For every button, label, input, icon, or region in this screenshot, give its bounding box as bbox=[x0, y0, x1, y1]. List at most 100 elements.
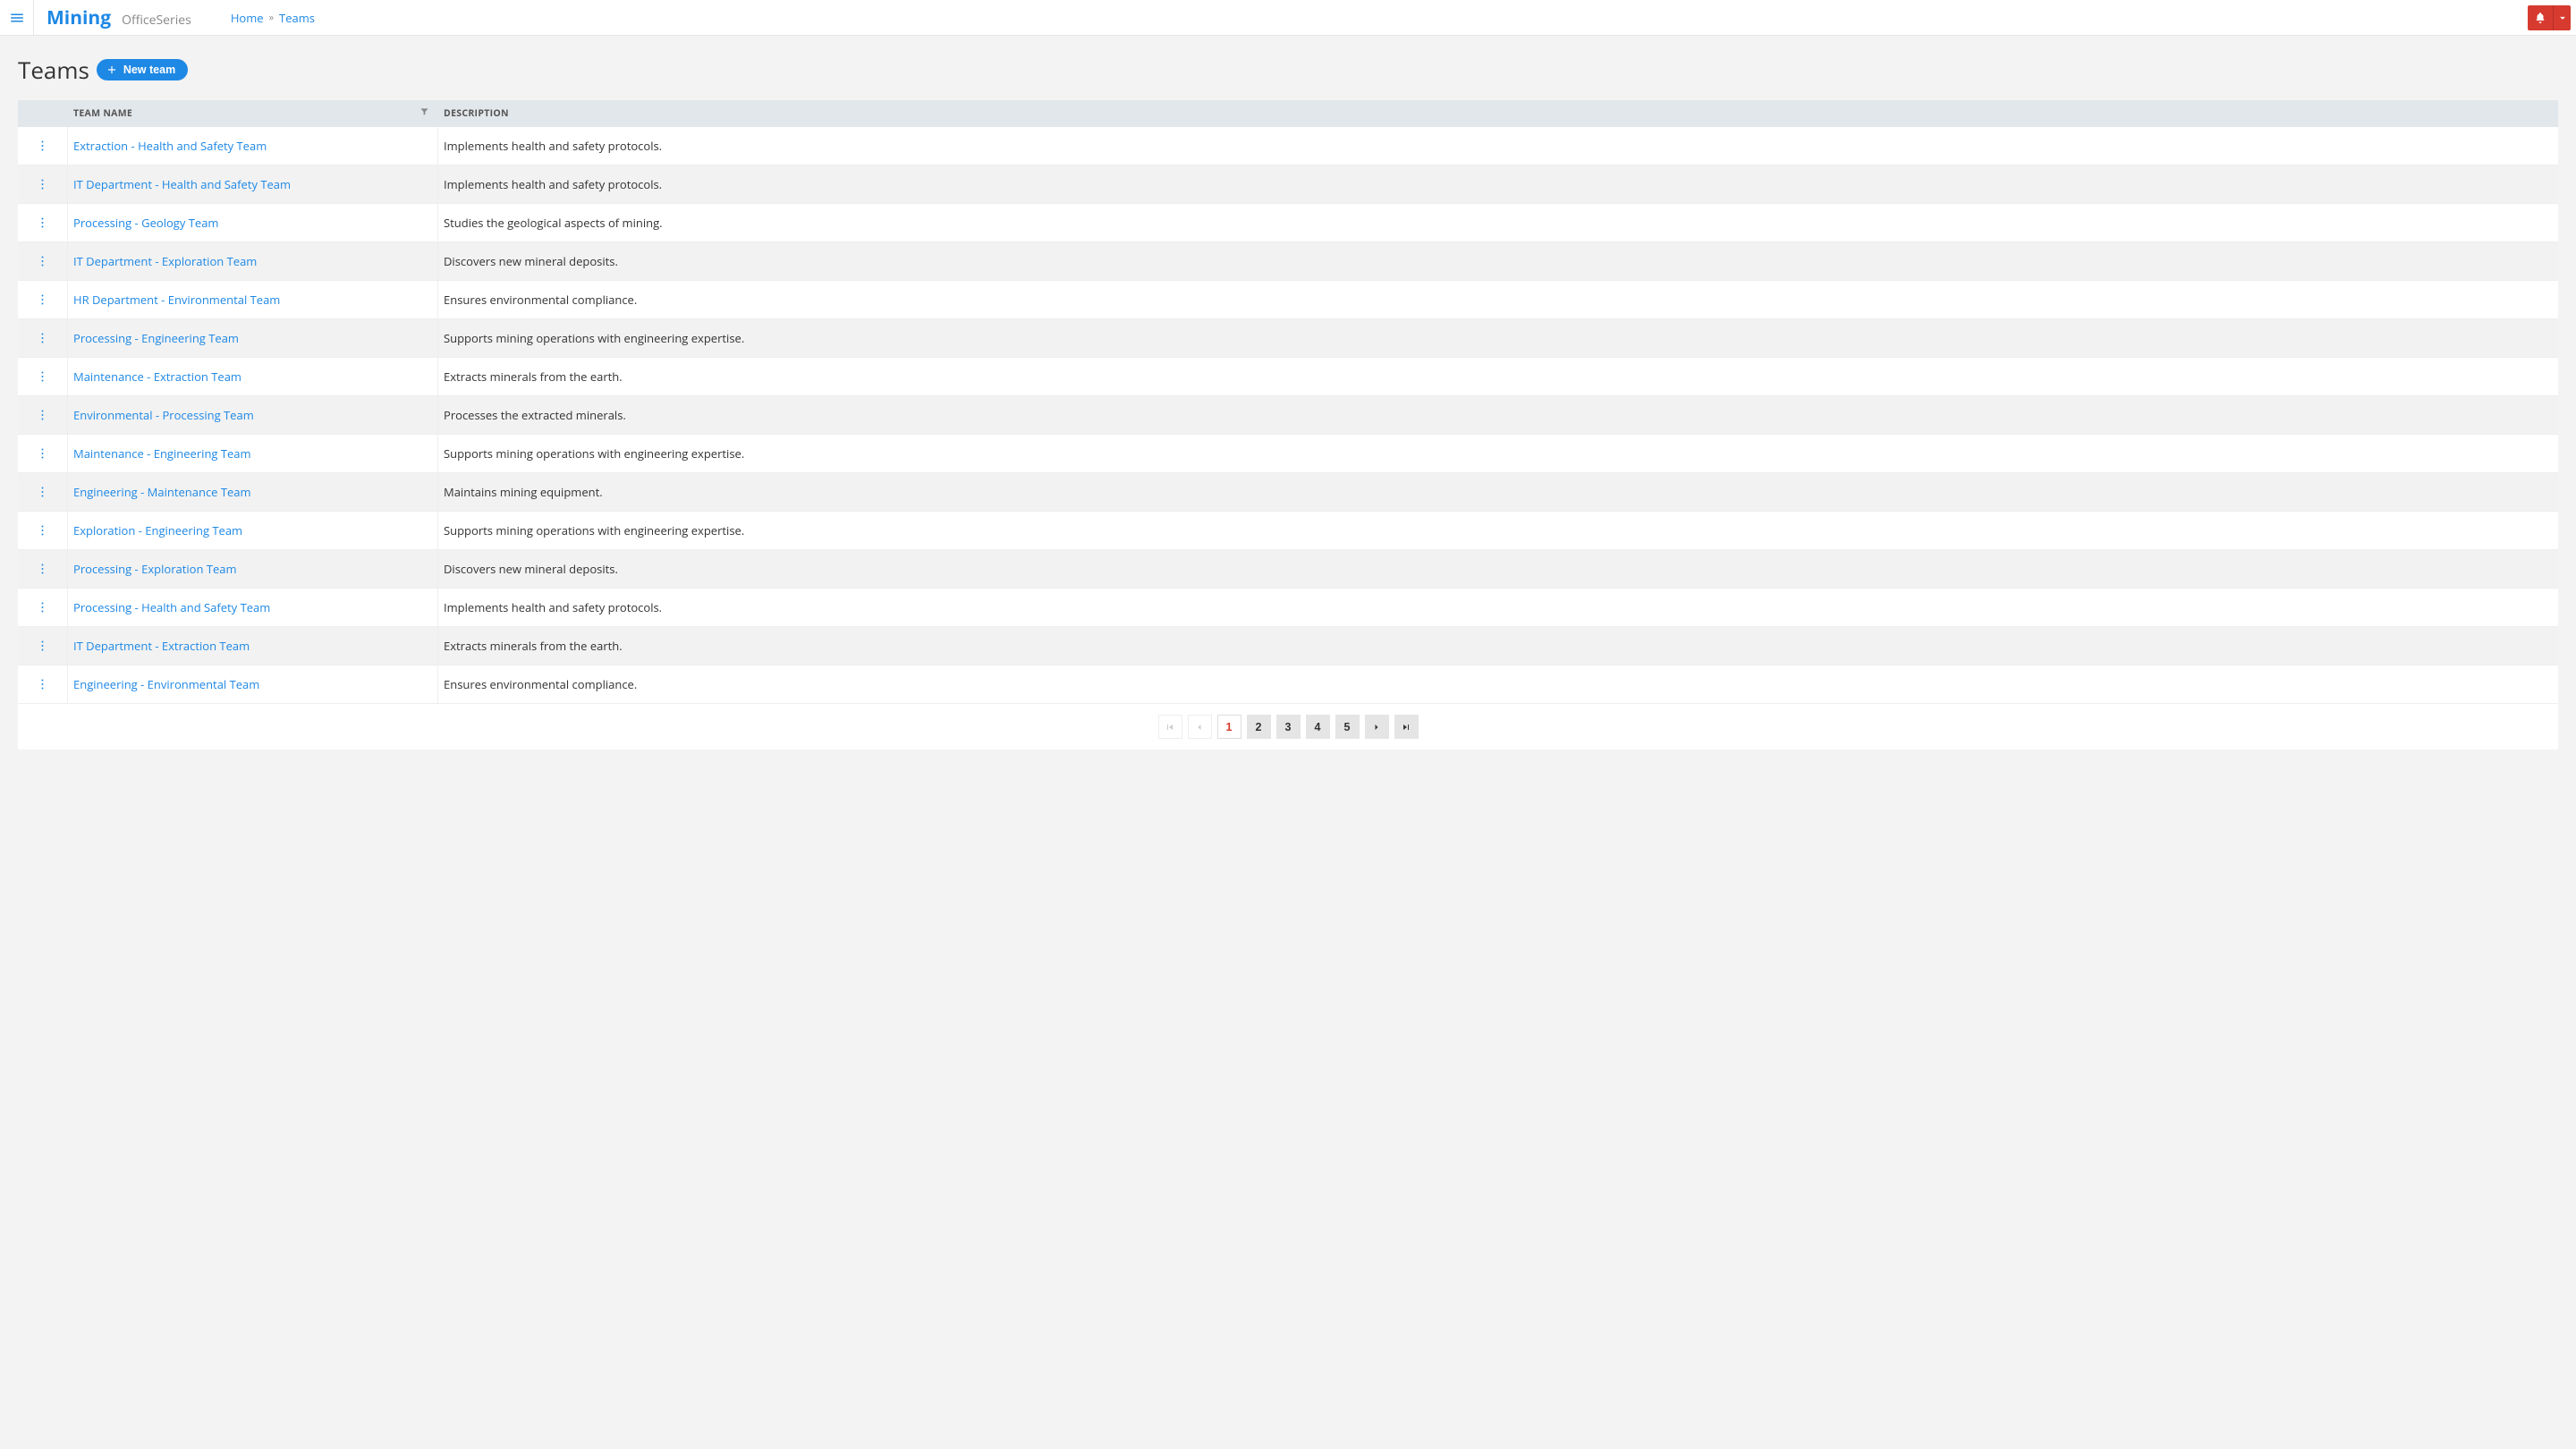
row-team-name: Processing - Geology Team bbox=[68, 204, 438, 242]
page-next-button[interactable] bbox=[1365, 715, 1389, 739]
caret-down-icon bbox=[2556, 12, 2569, 24]
team-link[interactable]: Maintenance - Extraction Team bbox=[73, 369, 242, 385]
row-actions-button[interactable] bbox=[18, 358, 68, 395]
page-last-button[interactable] bbox=[1394, 715, 1419, 739]
row-team-name: Maintenance - Engineering Team bbox=[68, 435, 438, 472]
team-link[interactable]: Processing - Engineering Team bbox=[73, 330, 239, 346]
table-row: IT Department - Health and Safety Team I… bbox=[18, 165, 2558, 204]
table-row: Engineering - Maintenance Team Maintains… bbox=[18, 473, 2558, 512]
table-row: Environmental - Processing Team Processe… bbox=[18, 396, 2558, 435]
table-row: IT Department - Exploration Team Discove… bbox=[18, 242, 2558, 281]
row-actions-button[interactable] bbox=[18, 473, 68, 511]
row-actions-button[interactable] bbox=[18, 204, 68, 242]
row-actions-button[interactable] bbox=[18, 512, 68, 549]
team-link[interactable]: HR Department - Environmental Team bbox=[73, 292, 280, 308]
column-actions-header bbox=[18, 100, 68, 127]
row-actions-button[interactable] bbox=[18, 319, 68, 357]
more-vert-icon bbox=[41, 640, 44, 652]
row-team-name: Processing - Engineering Team bbox=[68, 319, 438, 357]
row-actions-button[interactable] bbox=[18, 165, 68, 203]
row-actions-button[interactable] bbox=[18, 550, 68, 588]
more-vert-icon bbox=[41, 601, 44, 614]
brand-sub: OfficeSeries bbox=[122, 12, 191, 29]
row-team-name: Processing - Health and Safety Team bbox=[68, 589, 438, 626]
team-link[interactable]: IT Department - Exploration Team bbox=[73, 253, 257, 269]
plus-icon bbox=[106, 64, 118, 76]
page-number-button[interactable]: 4 bbox=[1306, 715, 1330, 739]
row-description: Studies the geological aspects of mining… bbox=[438, 204, 2558, 242]
more-vert-icon bbox=[41, 486, 44, 498]
page-number-button[interactable]: 2 bbox=[1247, 715, 1271, 739]
page-number-button[interactable]: 5 bbox=[1335, 715, 1360, 739]
team-link[interactable]: Processing - Geology Team bbox=[73, 215, 218, 231]
team-link[interactable]: Engineering - Environmental Team bbox=[73, 676, 259, 692]
breadcrumb-current[interactable]: Teams bbox=[279, 10, 315, 26]
hamburger-menu-button[interactable] bbox=[0, 0, 34, 36]
pagination: 12345 bbox=[18, 704, 2558, 750]
table-body: Extraction - Health and Safety Team Impl… bbox=[18, 127, 2558, 704]
team-link[interactable]: Exploration - Engineering Team bbox=[73, 522, 242, 538]
more-vert-icon bbox=[41, 370, 44, 383]
row-description: Discovers new mineral deposits. bbox=[438, 242, 2558, 280]
table-row: Exploration - Engineering Team Supports … bbox=[18, 512, 2558, 550]
row-team-name: Engineering - Environmental Team bbox=[68, 665, 438, 703]
page-number-button[interactable]: 1 bbox=[1217, 715, 1241, 739]
row-team-name: HR Department - Environmental Team bbox=[68, 281, 438, 318]
row-actions-button[interactable] bbox=[18, 435, 68, 472]
team-link[interactable]: IT Department - Extraction Team bbox=[73, 638, 250, 654]
first-page-icon bbox=[1165, 722, 1175, 733]
column-name-header[interactable]: TEAM NAME bbox=[68, 100, 438, 127]
brand: Mining OfficeSeries bbox=[34, 5, 191, 30]
team-link[interactable]: Processing - Health and Safety Team bbox=[73, 599, 270, 615]
row-team-name: Maintenance - Extraction Team bbox=[68, 358, 438, 395]
more-vert-icon bbox=[41, 293, 44, 306]
row-team-name: Environmental - Processing Team bbox=[68, 396, 438, 434]
team-link[interactable]: Engineering - Maintenance Team bbox=[73, 484, 251, 500]
row-actions-button[interactable] bbox=[18, 127, 68, 165]
team-link[interactable]: Environmental - Processing Team bbox=[73, 407, 254, 423]
row-description: Extracts minerals from the earth. bbox=[438, 627, 2558, 665]
row-actions-button[interactable] bbox=[18, 396, 68, 434]
row-actions-button[interactable] bbox=[18, 589, 68, 626]
row-actions-button[interactable] bbox=[18, 242, 68, 280]
more-vert-icon bbox=[41, 216, 44, 229]
row-description: Ensures environmental compliance. bbox=[438, 665, 2558, 703]
topbar-actions bbox=[2528, 0, 2576, 35]
team-link[interactable]: Processing - Exploration Team bbox=[73, 561, 237, 577]
row-actions-button[interactable] bbox=[18, 281, 68, 318]
row-description: Implements health and safety protocols. bbox=[438, 127, 2558, 165]
notifications-dropdown-button[interactable] bbox=[2553, 5, 2571, 30]
chevron-left-icon bbox=[1194, 722, 1205, 733]
breadcrumb-home[interactable]: Home bbox=[231, 10, 264, 26]
table-row: Processing - Engineering Team Supports m… bbox=[18, 319, 2558, 358]
brand-main[interactable]: Mining bbox=[47, 5, 111, 30]
team-link[interactable]: Extraction - Health and Safety Team bbox=[73, 138, 267, 154]
page-first-button[interactable] bbox=[1158, 715, 1182, 739]
more-vert-icon bbox=[41, 524, 44, 537]
more-vert-icon bbox=[41, 409, 44, 421]
row-team-name: Extraction - Health and Safety Team bbox=[68, 127, 438, 165]
new-team-label: New team bbox=[123, 64, 175, 76]
table-row: Processing - Geology Team Studies the ge… bbox=[18, 204, 2558, 242]
team-link[interactable]: IT Department - Health and Safety Team bbox=[73, 176, 291, 192]
table-row: IT Department - Extraction Team Extracts… bbox=[18, 627, 2558, 665]
notifications-button[interactable] bbox=[2528, 5, 2553, 30]
row-actions-button[interactable] bbox=[18, 665, 68, 703]
row-description: Extracts minerals from the earth. bbox=[438, 358, 2558, 395]
column-description-header[interactable]: DESCRIPTION bbox=[438, 100, 2558, 127]
page-prev-button[interactable] bbox=[1188, 715, 1212, 739]
breadcrumb-separator: » bbox=[269, 11, 274, 24]
breadcrumb: Home » Teams bbox=[231, 10, 315, 26]
filter-button[interactable] bbox=[419, 107, 429, 121]
page-title: Teams bbox=[18, 54, 89, 86]
row-team-name: IT Department - Extraction Team bbox=[68, 627, 438, 665]
table-row: Engineering - Environmental Team Ensures… bbox=[18, 665, 2558, 704]
column-name-label: TEAM NAME bbox=[73, 107, 132, 120]
team-link[interactable]: Maintenance - Engineering Team bbox=[73, 445, 251, 462]
more-vert-icon bbox=[41, 332, 44, 344]
new-team-button[interactable]: New team bbox=[97, 59, 188, 80]
page-number-button[interactable]: 3 bbox=[1276, 715, 1301, 739]
more-vert-icon bbox=[41, 255, 44, 267]
teams-table: TEAM NAME DESCRIPTION Extraction - Healt… bbox=[18, 100, 2558, 750]
row-actions-button[interactable] bbox=[18, 627, 68, 665]
